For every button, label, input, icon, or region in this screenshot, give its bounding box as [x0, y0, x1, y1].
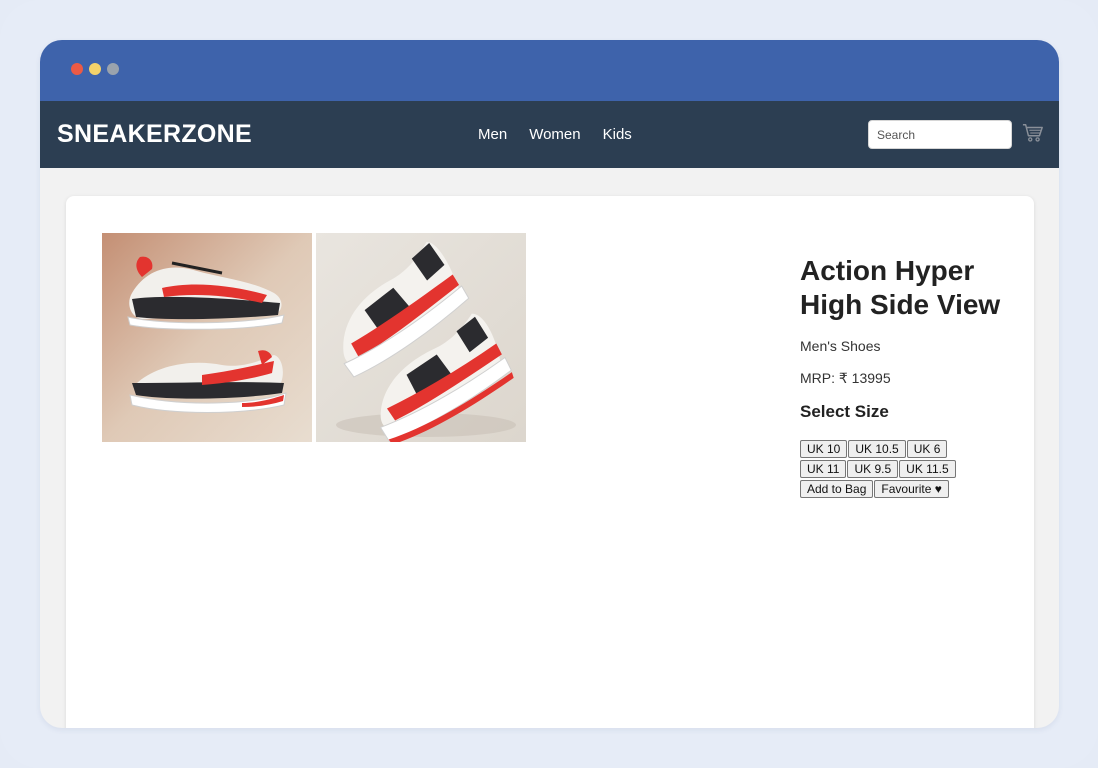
size-button-uk-11[interactable]: UK 11	[800, 460, 847, 478]
add-to-bag-button[interactable]: Add to Bag	[800, 480, 874, 498]
size-button-uk-9-5[interactable]: UK 9.5	[847, 460, 899, 478]
browser-window: SNEAKERZONE Men Women Kids Search Action…	[40, 40, 1059, 728]
size-button-uk-10[interactable]: UK 10	[800, 440, 848, 458]
nav-link-women[interactable]: Women	[529, 126, 580, 143]
size-button-uk-11-5[interactable]: UK 11.5	[899, 460, 956, 478]
product-title: Action Hyper High Side View	[800, 255, 1001, 320]
select-size-heading: Select Size	[800, 402, 889, 421]
maximize-window-button[interactable]	[107, 63, 119, 75]
product-price: MRP: ₹ 13995	[800, 370, 891, 386]
product-gallery	[102, 233, 526, 442]
nav-link-men[interactable]: Men	[478, 126, 507, 143]
product-category: Men's Shoes	[800, 338, 881, 354]
site-navbar: SNEAKERZONE Men Women Kids	[40, 101, 1059, 168]
search-input[interactable]	[868, 120, 1012, 149]
favourite-button[interactable]: Favourite ♥	[874, 480, 949, 498]
cart-icon[interactable]	[1022, 122, 1044, 144]
nav-link-kids[interactable]: Kids	[603, 126, 632, 143]
main-nav: Men Women Kids	[478, 126, 632, 143]
close-window-button[interactable]	[71, 63, 83, 75]
product-image-pair-view[interactable]	[316, 233, 526, 442]
product-details: Action Hyper High Side View Men's Shoes …	[800, 254, 1020, 500]
size-button-uk-10-5[interactable]: UK 10.5	[848, 440, 906, 458]
product-card: Action Hyper High Side View Men's Shoes …	[66, 196, 1034, 728]
size-button-uk-6[interactable]: UK 6	[906, 440, 948, 458]
site-logo[interactable]: SNEAKERZONE	[57, 120, 252, 149]
size-options: UK 10 UK 10.5 UK 6 UK 11 UK 9.5 UK 11.5 Add to…	[800, 440, 975, 500]
minimize-window-button[interactable]	[89, 63, 101, 75]
window-titlebar	[40, 40, 1059, 101]
product-image-side-view[interactable]	[102, 233, 312, 442]
